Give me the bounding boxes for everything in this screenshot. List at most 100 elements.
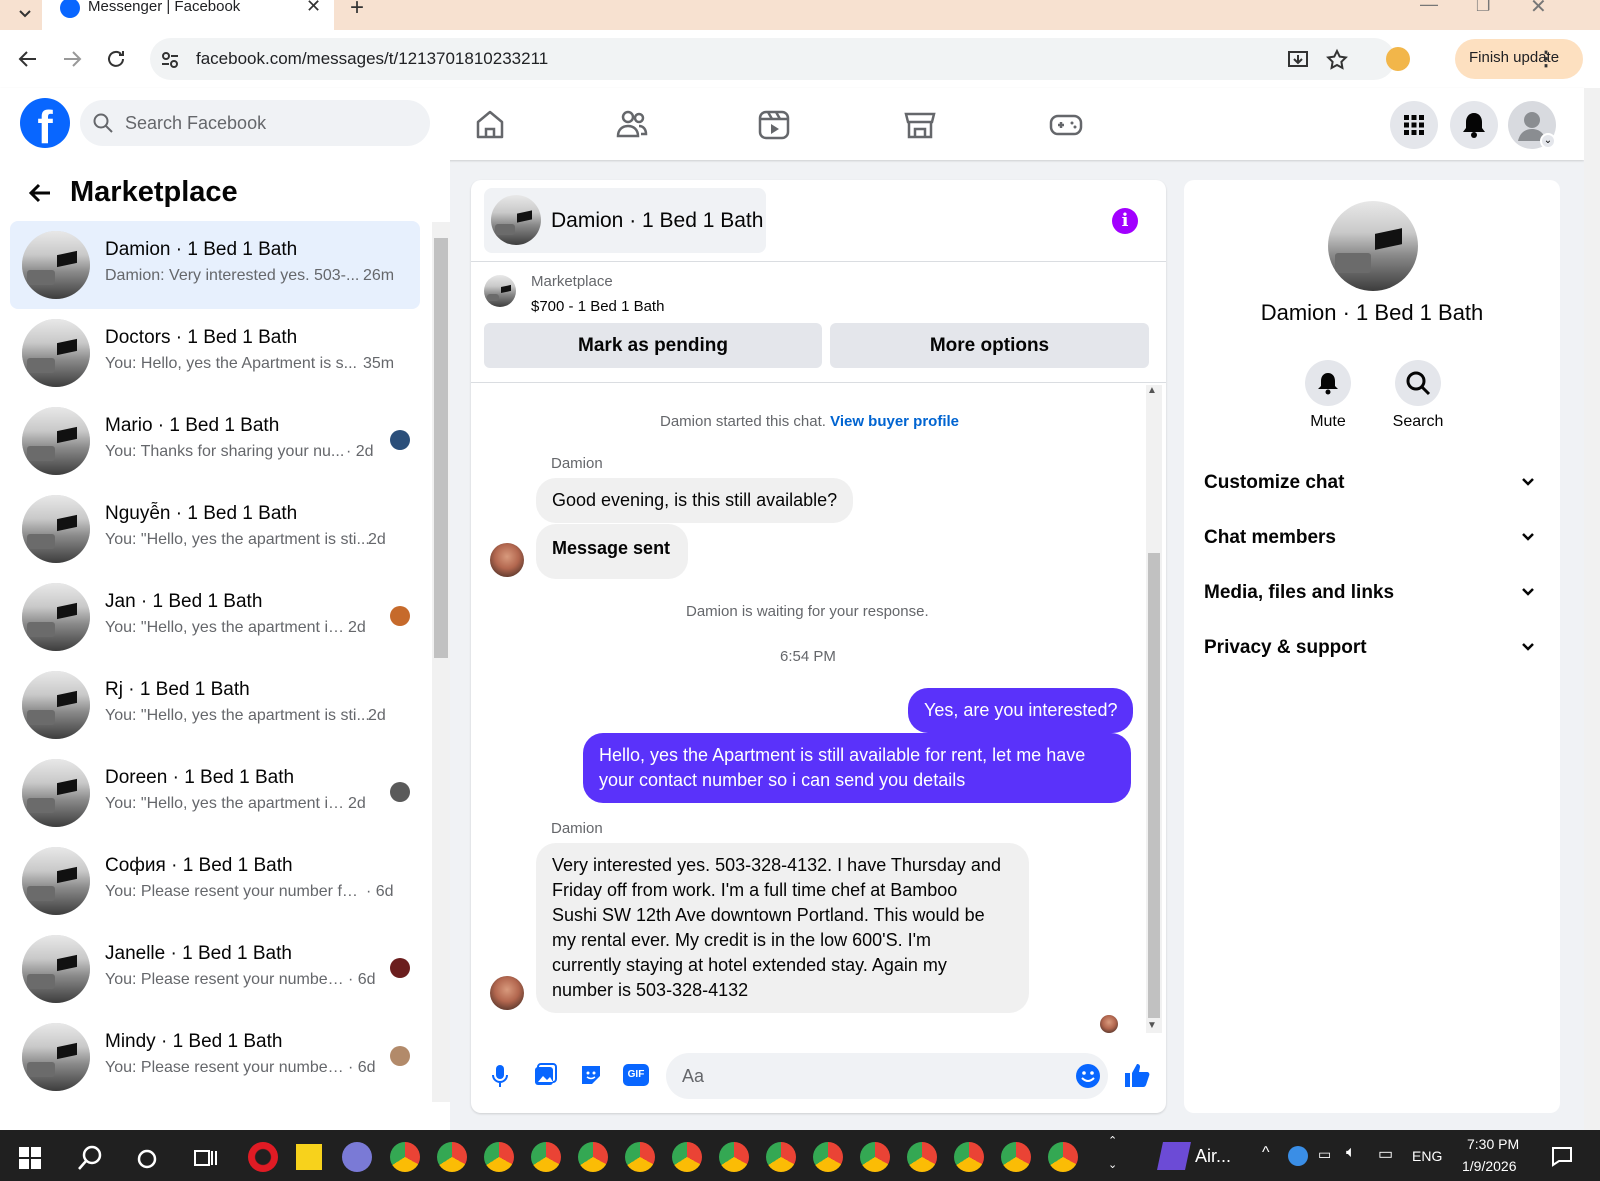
browser-tab[interactable]: Messenger | Facebook ✕ <box>42 0 334 30</box>
conversation-item[interactable]: Rj · 1 Bed 1 Bath You: "Hello, yes the a… <box>10 661 420 749</box>
notifications-button[interactable] <box>1450 101 1498 149</box>
chrome-icon[interactable] <box>578 1142 608 1172</box>
cortana-icon[interactable] <box>136 1148 158 1170</box>
back-arrow-icon[interactable] <box>16 48 40 70</box>
tray-app-icon[interactable] <box>1288 1146 1308 1166</box>
chrome-icon[interactable] <box>954 1142 984 1172</box>
window-close-icon[interactable]: ✕ <box>1530 0 1547 19</box>
conversation-item[interactable]: София · 1 Bed 1 Bath You: Please resent … <box>10 837 420 925</box>
info-icon[interactable]: i <box>1112 208 1138 234</box>
chrome-icon[interactable] <box>1048 1142 1078 1172</box>
finish-update-button[interactable]: Finish update <box>1455 39 1583 79</box>
video-icon[interactable] <box>754 104 794 144</box>
site-settings-icon[interactable] <box>160 50 180 70</box>
language-indicator[interactable]: ENG <box>1412 1148 1442 1164</box>
conversation-item[interactable]: Janelle · 1 Bed 1 Bath You: Please resen… <box>10 925 420 1013</box>
notification-center-icon[interactable] <box>1550 1144 1574 1168</box>
volume-icon[interactable]: 🔈︎ <box>1346 1144 1356 1162</box>
gaming-icon[interactable] <box>1046 104 1086 144</box>
photo-attach-icon[interactable] <box>532 1062 558 1088</box>
minimize-icon[interactable]: — <box>1420 0 1438 15</box>
taskbar-app-label[interactable]: Air... <box>1195 1146 1231 1167</box>
reload-icon[interactable] <box>104 47 128 71</box>
page-scrollbar[interactable] <box>1584 88 1600 1130</box>
scroll-down-icon[interactable]: ▼ <box>1147 1020 1157 1031</box>
chrome-icon[interactable] <box>437 1142 467 1172</box>
chrome-icon[interactable] <box>860 1142 890 1172</box>
profile-avatar-icon[interactable] <box>1386 47 1410 71</box>
sender-avatar[interactable] <box>490 976 524 1010</box>
opera-icon[interactable] <box>248 1142 278 1172</box>
chat-scroll-thumb[interactable] <box>1148 553 1160 1018</box>
taskbar-date[interactable]: 1/9/2026 <box>1462 1158 1517 1174</box>
sticker-icon[interactable] <box>578 1062 604 1088</box>
search-conversation-button[interactable] <box>1395 360 1441 406</box>
home-icon[interactable] <box>470 104 510 144</box>
bookmark-star-icon[interactable] <box>1325 48 1349 72</box>
gif-icon[interactable]: GIF <box>623 1064 649 1086</box>
search-icon[interactable] <box>76 1144 104 1172</box>
account-chevron-icon[interactable]: ⌄ <box>1540 133 1556 149</box>
chrome-icon[interactable] <box>813 1142 843 1172</box>
chrome-icon[interactable] <box>625 1142 655 1172</box>
conversation-item[interactable]: Mindy · 1 Bed 1 Bath You: Please resent … <box>10 1013 420 1101</box>
scroll-up-icon[interactable]: ▲ <box>1147 385 1157 396</box>
windows-start-icon[interactable] <box>18 1146 42 1170</box>
chat-members-section[interactable]: Chat members <box>1194 517 1550 557</box>
sticky-notes-icon[interactable] <box>296 1144 322 1170</box>
task-view-icon[interactable] <box>192 1146 218 1170</box>
message-input[interactable] <box>666 1053 1108 1099</box>
chrome-icon[interactable] <box>719 1142 749 1172</box>
view-buyer-profile-link[interactable]: View buyer profile <box>830 413 959 430</box>
chrome-icon[interactable] <box>907 1142 937 1172</box>
restore-icon[interactable]: ❐ <box>1476 0 1490 16</box>
battery-icon[interactable]: ▭ <box>1318 1146 1331 1163</box>
conversation-item[interactable]: Nguyễn · 1 Bed 1 Bath You: "Hello, yes t… <box>10 485 420 573</box>
chrome-icon[interactable] <box>672 1142 702 1172</box>
chrome-icon[interactable] <box>1001 1142 1031 1172</box>
outgoing-message[interactable]: Yes, are you interested? <box>908 688 1134 733</box>
media-files-links-section[interactable]: Media, files and links <box>1194 572 1550 612</box>
conversation-list-scroll-thumb[interactable] <box>434 238 448 658</box>
emoji-icon[interactable] <box>1074 1062 1102 1090</box>
close-tab-icon[interactable]: ✕ <box>306 0 321 17</box>
conversation-item[interactable]: Damion · 1 Bed 1 Bath Damion: Very inter… <box>10 221 420 309</box>
sender-avatar[interactable] <box>490 543 524 577</box>
tab-list-button[interactable] <box>14 2 36 24</box>
mute-button[interactable] <box>1305 360 1351 406</box>
paint-icon[interactable] <box>342 1142 372 1172</box>
chrome-icon[interactable] <box>484 1142 514 1172</box>
friends-icon[interactable] <box>612 104 652 144</box>
marketplace-icon[interactable] <box>900 104 940 144</box>
menu-grid-button[interactable] <box>1390 101 1438 149</box>
customize-chat-section[interactable]: Customize chat <box>1194 462 1550 502</box>
conversation-item[interactable]: Doreen · 1 Bed 1 Bath You: "Hello, yes t… <box>10 749 420 837</box>
mark-as-pending-button[interactable]: Mark as pending <box>484 323 822 368</box>
conversation-item[interactable]: Doctors · 1 Bed 1 Bath You: Hello, yes t… <box>10 309 420 397</box>
back-arrow-icon[interactable] <box>26 179 54 207</box>
taskbar-time[interactable]: 7:30 PM <box>1467 1136 1519 1152</box>
listing-price[interactable]: $700 - 1 Bed 1 Bath <box>531 298 664 315</box>
privacy-support-section[interactable]: Privacy & support <box>1194 627 1550 667</box>
conversation-item[interactable]: Mario · 1 Bed 1 Bath You: Thanks for sha… <box>10 397 420 485</box>
microphone-icon[interactable] <box>488 1062 512 1090</box>
contact-avatar[interactable] <box>1328 201 1418 291</box>
incoming-message[interactable]: Good evening, is this still available? <box>536 478 854 523</box>
new-tab-icon[interactable]: + <box>350 0 364 22</box>
outgoing-message[interactable]: Hello, yes the Apartment is still availa… <box>583 733 1131 803</box>
show-hidden-icons-icon[interactable]: ^ <box>1262 1144 1270 1162</box>
browser-menu-icon[interactable]: ⋮ <box>1536 46 1556 71</box>
facebook-logo-icon[interactable]: f <box>20 98 70 148</box>
airdroid-icon[interactable] <box>1157 1142 1191 1170</box>
forward-arrow-icon[interactable] <box>60 48 84 70</box>
taskbar-scroll-down-icon[interactable]: ⌄ <box>1108 1158 1117 1171</box>
incoming-message[interactable]: Very interested yes. 503-328-4132. I hav… <box>536 843 1029 1013</box>
thumbs-up-icon[interactable] <box>1122 1060 1152 1090</box>
taskbar-scroll-up-icon[interactable]: ⌃ <box>1108 1134 1117 1147</box>
chrome-icon[interactable] <box>531 1142 561 1172</box>
network-icon[interactable]: ▭ <box>1378 1144 1393 1164</box>
install-app-icon[interactable] <box>1286 48 1310 72</box>
incoming-message[interactable]: Message sent <box>536 524 689 579</box>
chrome-icon[interactable] <box>390 1142 420 1172</box>
chrome-icon[interactable] <box>766 1142 796 1172</box>
